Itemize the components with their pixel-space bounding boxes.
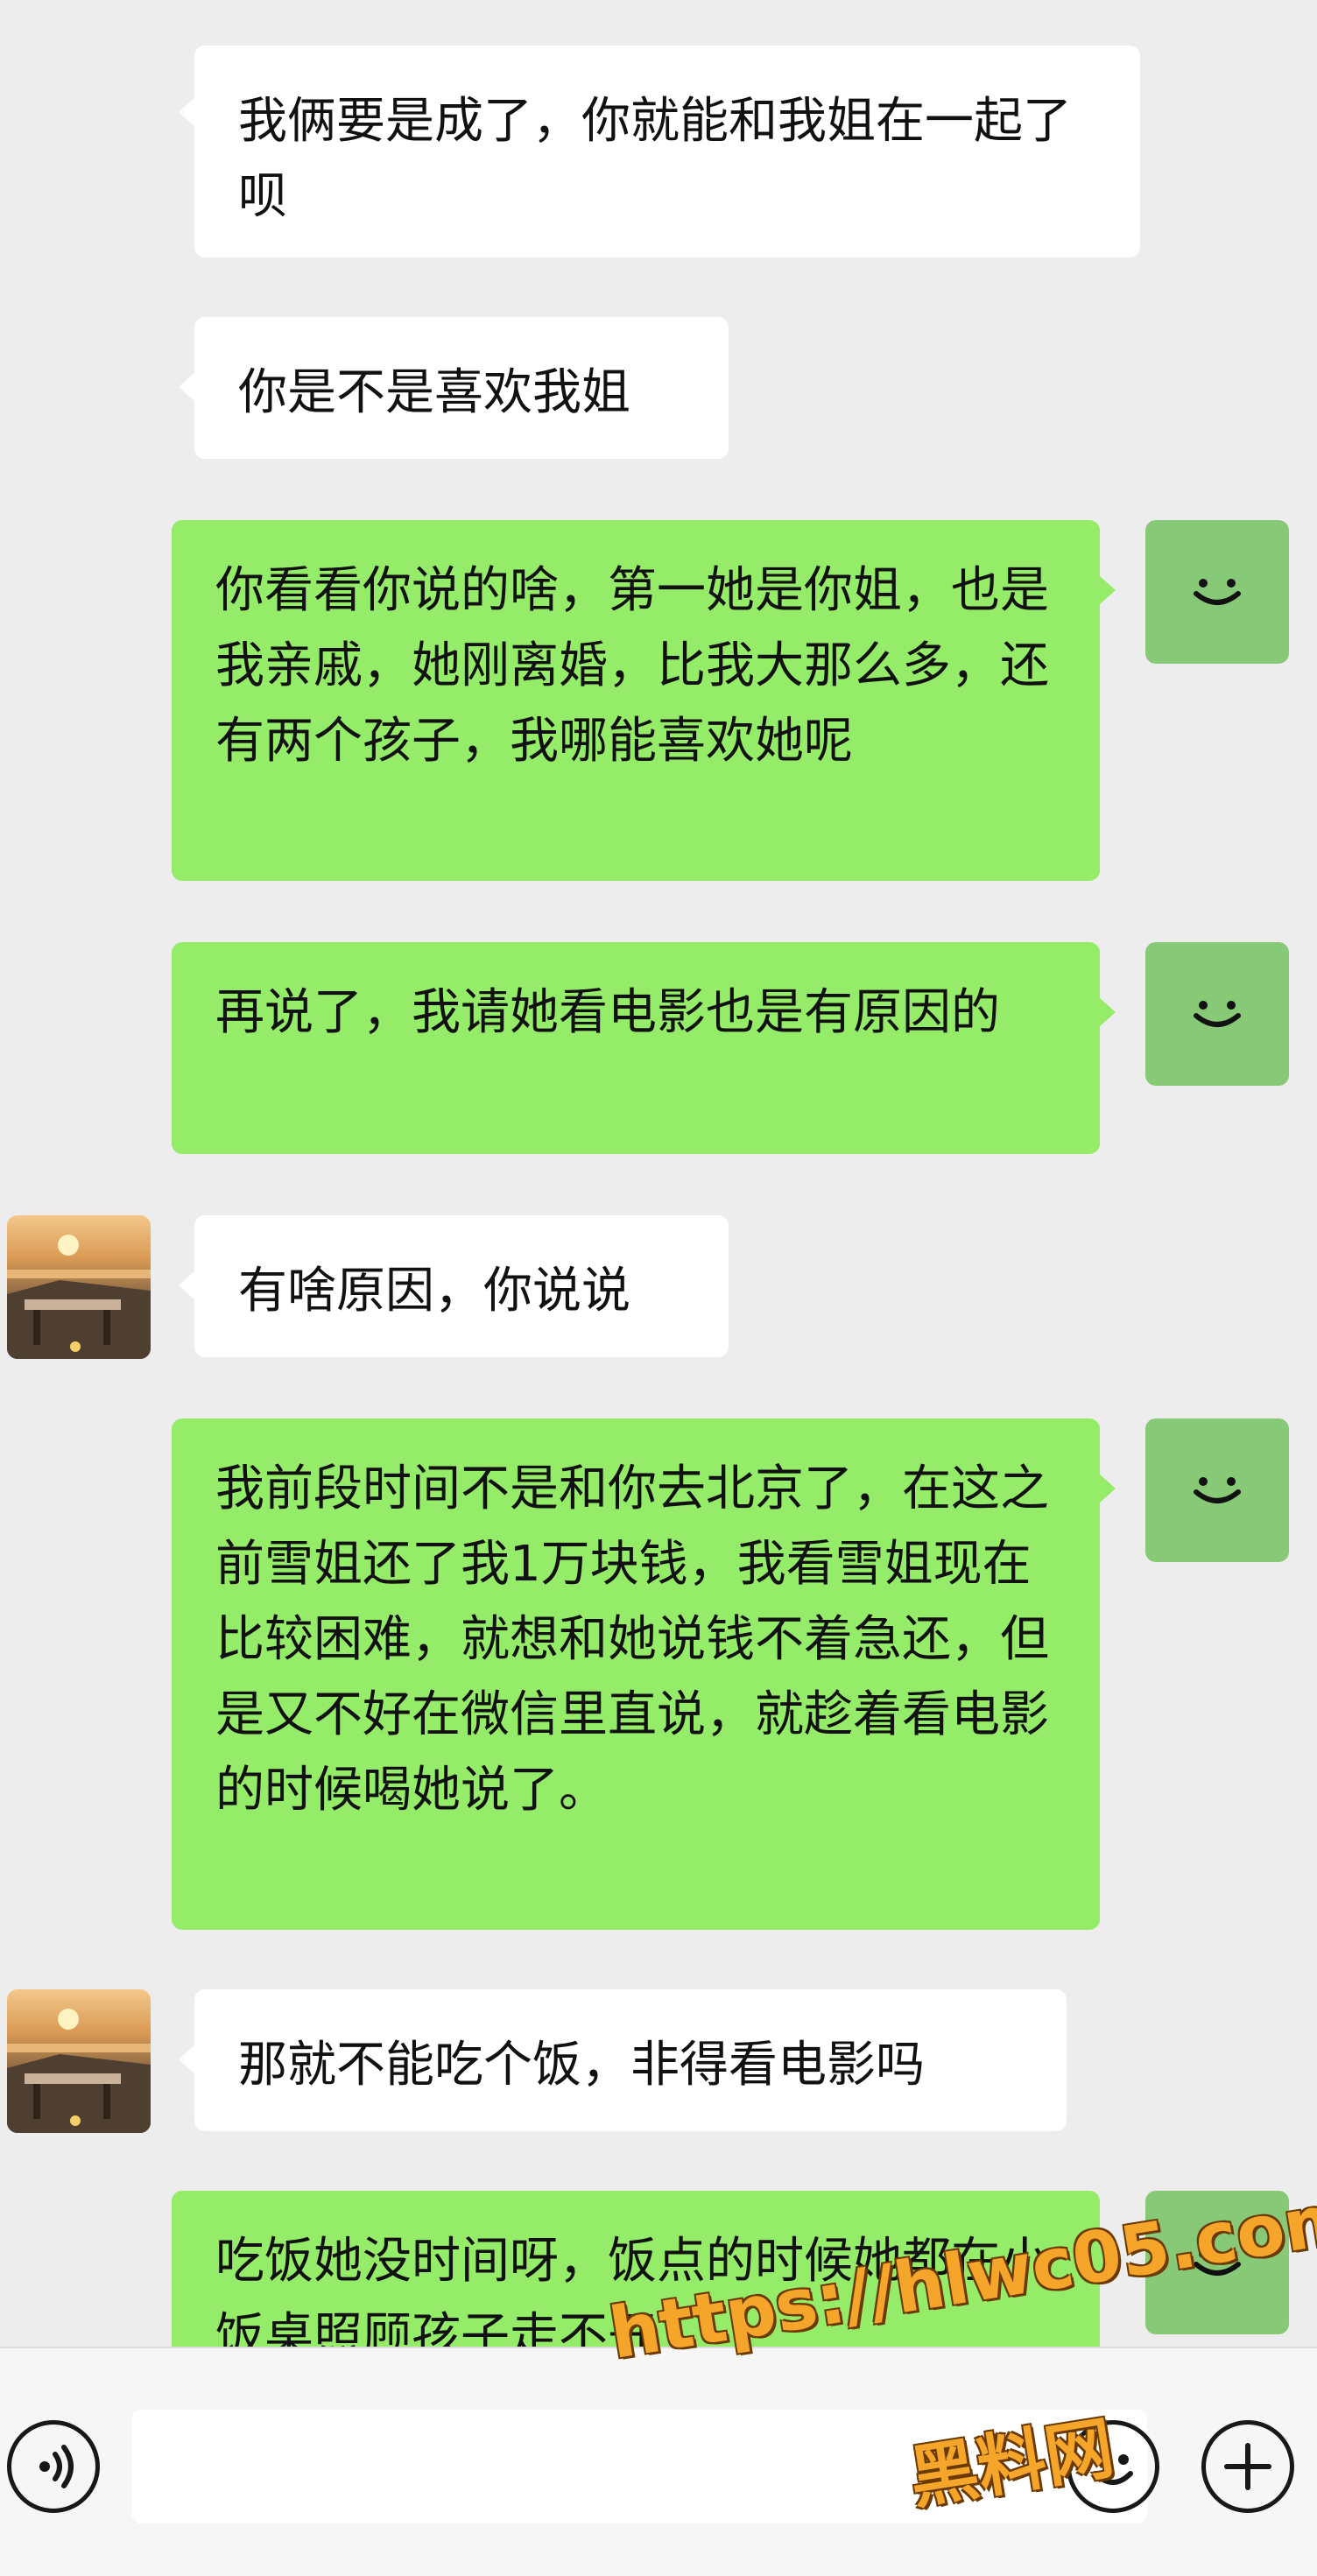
smile-icon (1194, 579, 1241, 605)
smile-icon (1194, 1477, 1241, 1503)
outgoing-message-bubble[interactable]: 你看看你说的啥，第一她是你姐，也是我亲戚，她刚离婚，比我大那么多，还有两个孩子，… (172, 520, 1100, 881)
sunset-photo-icon (7, 1235, 151, 1359)
my-avatar[interactable] (1145, 1418, 1289, 1562)
contact-avatar[interactable] (7, 1989, 151, 2133)
my-avatar[interactable] (1145, 942, 1289, 1086)
my-avatar[interactable] (1145, 520, 1289, 664)
chat-input-bar (0, 2347, 1317, 2576)
incoming-message-bubble[interactable]: 那就不能吃个饭，非得看电影吗 (194, 1989, 1067, 2131)
incoming-message-bubble[interactable]: 你是不是喜欢我姐 (194, 317, 729, 459)
plus-button[interactable] (1201, 2420, 1294, 2513)
bubble-tail (1100, 1475, 1116, 1503)
message-text: 我俩要是成了，你就能和我姐在一起了呗 (238, 93, 1072, 225)
outgoing-message-bubble[interactable]: 再说了，我请她看电影也是有原因的 (172, 942, 1100, 1154)
bubble-tail (1100, 998, 1116, 1026)
sunset-photo-icon (7, 2009, 151, 2133)
message-text: 你是不是喜欢我姐 (238, 364, 630, 421)
bubble-tail (179, 373, 194, 401)
incoming-message-bubble[interactable]: 我俩要是成了，你就能和我姐在一起了呗 (194, 46, 1140, 257)
bubble-tail (179, 2045, 194, 2073)
bubble-tail (1100, 576, 1116, 604)
smile-icon (1194, 1001, 1241, 1027)
chat-history[interactable]: 我俩要是成了，你就能和我姐在一起了呗 你是不是喜欢我姐 你看看你说的啥，第一她是… (0, 0, 1317, 2347)
message-text: 再说了，我请她看电影也是有原因的 (215, 984, 1000, 1041)
message-text: 我前段时间不是和你去北京了，在这之前雪姐还了我1万块钱，我看雪姐现在比较困难，就… (215, 1460, 1049, 1819)
message-text: 那就不能吃个饭，非得看电影吗 (238, 2037, 925, 2094)
incoming-message-bubble[interactable]: 有啥原因，你说说 (194, 1215, 729, 1357)
voice-button[interactable] (7, 2420, 100, 2513)
bubble-tail (179, 1271, 194, 1299)
outgoing-message-bubble[interactable]: 我前段时间不是和你去北京了，在这之前雪姐还了我1万块钱，我看雪姐现在比较困难，就… (172, 1418, 1100, 1930)
voice-icon (39, 2445, 74, 2488)
bubble-tail (179, 98, 194, 126)
message-text: 你看看你说的啥，第一她是你姐，也是我亲戚，她刚离婚，比我大那么多，还有两个孩子，… (215, 562, 1049, 770)
contact-avatar[interactable] (7, 1215, 151, 1359)
plus-icon (1224, 2443, 1271, 2490)
message-text: 有啥原因，你说说 (238, 1263, 630, 1320)
